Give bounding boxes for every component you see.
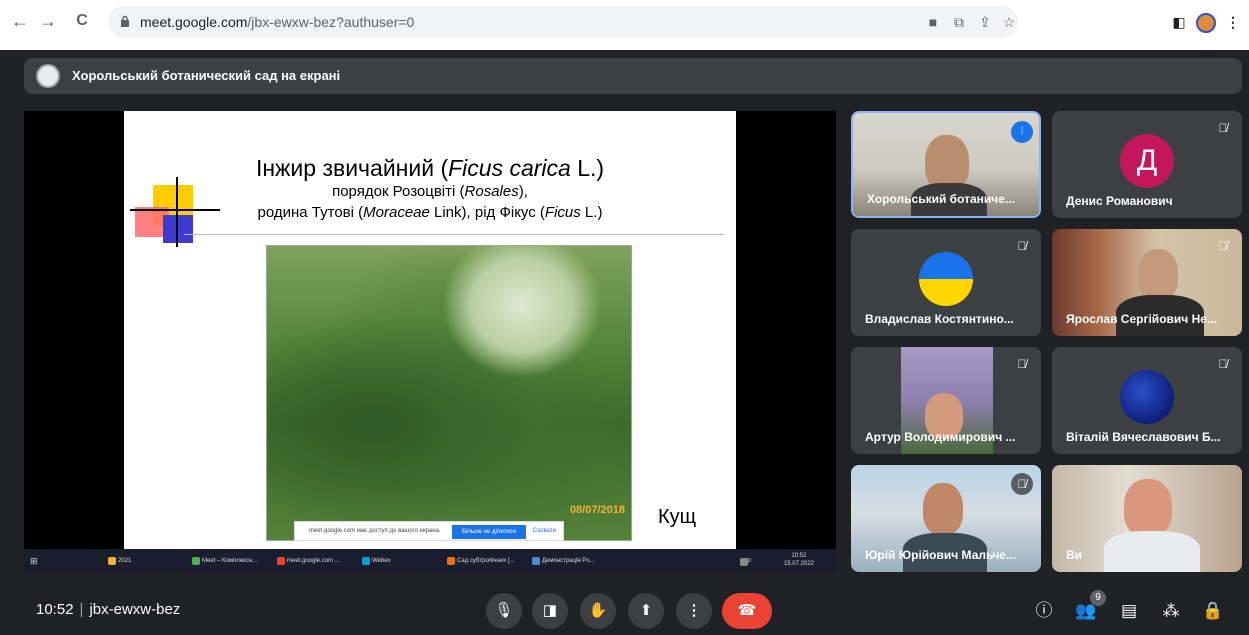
translate-icon[interactable]: ⧉ <box>950 13 968 31</box>
participant-tile[interactable]: 🎙̸ Юрій Юрійович Мальче... <box>851 465 1041 572</box>
microphone-icon: 🎙 <box>494 602 514 619</box>
participant-name: Ярослав Сергійович Не... <box>1066 312 1217 326</box>
meeting-controls: 10:52 | jbx-ewxw-bez 🎙 ◨ ✋ ⬆ ⋮ ☎ ⓘ 👥 9 ▤ ⁂… <box>0 585 1249 635</box>
slide-subtitle-family: родина Тутові (Moraceae Link), рід Фікус… <box>257 204 603 221</box>
slide-title: Інжир звичайний (Ficus carica L.) <box>255 155 605 181</box>
bookmark-star-icon[interactable]: ☆ <box>1000 13 1018 31</box>
taskbar-item: Webex <box>362 555 391 567</box>
windows-taskbar: ⊞ 2021 Meet – Комплексн... meet.google.c… <box>24 549 836 573</box>
url-domain: meet.google.com <box>140 14 248 30</box>
stop-sharing-button[interactable]: Більше не ділитися <box>452 525 526 539</box>
taskbar-item: 2021 <box>108 555 131 567</box>
camera-icon[interactable]: ■ <box>924 13 942 31</box>
clock-time: 10:52 <box>36 601 74 618</box>
leave-call-button[interactable]: ☎ <box>722 593 772 629</box>
participant-tile[interactable]: 🎙̸ Віталій Вячеславович Б... <box>1052 347 1242 454</box>
presentation-slide: Інжир звичайний (Ficus carica L.) порядо… <box>124 111 736 549</box>
taskbar-item: meet.google.com ... <box>277 555 340 567</box>
lock-icon <box>121 15 129 27</box>
taskbar-item: Сад субтропічних [... <box>447 555 515 567</box>
more-options-button[interactable]: ⋮ <box>676 593 712 629</box>
separator: | <box>79 601 84 618</box>
menu-kebab-icon[interactable]: ⋮ <box>1224 13 1242 31</box>
photo-date: 08/07/2018 <box>569 504 625 516</box>
slide-divider <box>184 234 724 235</box>
windows-start-icon: ⊞ <box>30 556 38 566</box>
address-bar[interactable]: meet.google.com/jbx-ewxw-bez?authuser=0 … <box>108 6 1018 38</box>
url-text: meet.google.com/jbx-ewxw-bez?authuser=0 <box>140 14 414 30</box>
mic-off-icon: 🎙̸ <box>1011 473 1033 495</box>
participant-name: Ви <box>1066 548 1083 562</box>
participant-tile[interactable]: 🎙̸ Ярослав Сергійович Не... <box>1052 229 1242 336</box>
participant-name: Юрій Юрійович Мальче... <box>865 548 1016 562</box>
present-button[interactable]: ⬆ <box>628 593 664 629</box>
url-path: /jbx-ewxw-bez?authuser=0 <box>247 14 415 30</box>
chat-icon[interactable]: ▤ <box>1118 600 1140 622</box>
hang-up-icon: ☎ <box>737 602 757 619</box>
meeting-info: 10:52 | jbx-ewxw-bez <box>36 601 180 618</box>
mic-off-icon: 🎙̸ <box>1218 121 1228 135</box>
taskbar-item: Meet – Комплексн... <box>192 555 257 567</box>
participant-name: Хорольський ботаниче... <box>867 192 1015 206</box>
participant-tile[interactable]: 🎙̸ Артур Володимирович ... <box>851 347 1041 454</box>
participant-avatar <box>919 252 973 306</box>
microphone-button[interactable]: 🎙 <box>486 593 522 629</box>
meeting-code: jbx-ewxw-bez <box>89 601 181 618</box>
raise-hand-button[interactable]: ✋ <box>580 593 616 629</box>
meet-window: Хорольський ботанический сад на екрані І… <box>0 50 1249 635</box>
presentation-banner: Хорольський ботанический сад на екрані <box>24 58 1242 94</box>
taskbar-item: Демонстрація Po... <box>532 555 595 567</box>
speaking-icon: ⁞ <box>1011 121 1033 143</box>
host-controls-icon[interactable]: 🔒 <box>1202 600 1224 622</box>
side-panel-icon[interactable]: ◧ <box>1170 13 1188 31</box>
participant-tile[interactable]: Д 🎙̸ Денис Романович <box>1052 111 1242 218</box>
presentation-title: Хорольський ботанический сад на екрані <box>72 68 341 83</box>
meeting-details-icon[interactable]: ⓘ <box>1033 600 1055 622</box>
screen-share-notice: meet.google.com має доступ до вашого екр… <box>294 521 564 541</box>
people-count-badge: 9 <box>1090 590 1106 606</box>
participant-name: Артур Володимирович ... <box>865 430 1016 444</box>
back-icon[interactable]: ← <box>10 11 30 31</box>
mic-off-icon: 🎙̸ <box>1017 357 1027 371</box>
mic-off-icon: 🎙̸ <box>1017 239 1027 253</box>
slide-subtitle-order: порядок Розоцвіті (Rosales), <box>332 183 528 200</box>
forward-icon[interactable]: → <box>38 11 58 31</box>
hide-link[interactable]: Сховати <box>533 528 556 534</box>
share-icon[interactable]: ⇪ <box>976 13 994 31</box>
hand-icon: ✋ <box>588 602 608 619</box>
participant-tile[interactable]: ⁞ Хорольський ботаниче... <box>851 111 1041 218</box>
share-notice-text: meet.google.com має доступ до вашого екр… <box>309 528 441 534</box>
camera-button[interactable]: ◨ <box>532 593 568 629</box>
fig-bush-photo: 08/07/2018 <box>266 245 632 541</box>
presenter-logo <box>36 64 60 88</box>
profile-avatar[interactable] <box>1196 13 1216 33</box>
participant-tile[interactable]: 🎙̸ Владислав Костянтино... <box>851 229 1041 336</box>
video-camera-icon: ◨ <box>542 602 558 619</box>
browser-toolbar: ← → C meet.google.com/jbx-ewxw-bez?authu… <box>0 0 1249 50</box>
slide-caption: Кущ <box>658 506 697 528</box>
participant-tile[interactable]: Ви <box>1052 465 1242 572</box>
mic-off-icon: 🎙̸ <box>1218 239 1228 253</box>
taskbar-lang: УКР <box>740 556 751 568</box>
activities-icon[interactable]: ⁂ <box>1160 600 1182 622</box>
reload-icon[interactable]: C <box>72 11 92 31</box>
participant-avatar: Д <box>1120 134 1174 188</box>
participant-name: Віталій Вячеславович Б... <box>1066 430 1221 444</box>
taskbar-clock: 10:52 15.07.2022 <box>783 553 814 567</box>
participant-name: Денис Романович <box>1066 194 1173 208</box>
mic-off-icon: 🎙̸ <box>1218 357 1228 371</box>
more-vert-icon: ⋮ <box>686 602 702 619</box>
screen-share-stage: Інжир звичайний (Ficus carica L.) порядо… <box>24 111 836 573</box>
present-screen-icon: ⬆ <box>639 602 653 619</box>
participant-name: Владислав Костянтино... <box>865 312 1014 326</box>
participant-avatar <box>1120 370 1174 424</box>
